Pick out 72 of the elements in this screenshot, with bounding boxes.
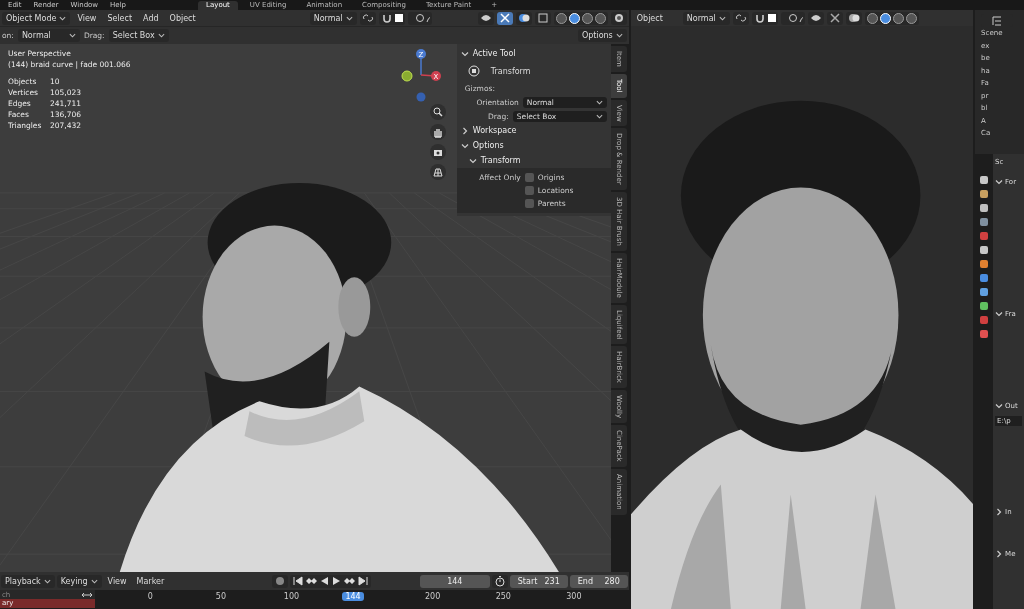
options-dropdown[interactable]: Options [577, 29, 627, 42]
jump-end-icon[interactable] [357, 575, 370, 587]
orientation-dropdown[interactable]: Normal [309, 11, 357, 25]
magnet-icon[interactable] [380, 12, 393, 24]
frame-tick: 250 [494, 592, 512, 601]
panel-title[interactable]: Workspace [472, 126, 517, 135]
menu-item[interactable]: Object [632, 12, 667, 24]
menu-item[interactable]: View [73, 12, 101, 24]
xray-icon[interactable] [536, 12, 549, 24]
transform-icon[interactable] [466, 65, 481, 77]
chevron-icon[interactable] [468, 156, 477, 165]
gizmo-icon[interactable] [828, 12, 841, 24]
caret-icon [718, 14, 726, 22]
caret-icon [68, 32, 76, 39]
tool-name: Transform [490, 66, 531, 76]
frame-tick: 300 [565, 592, 583, 601]
render-icon[interactable] [612, 12, 625, 24]
chevron-icon[interactable] [995, 178, 1004, 186]
chevron-icon[interactable] [460, 141, 469, 150]
orientation-dropdown[interactable]: Normal [17, 29, 80, 42]
overlay-icon[interactable] [847, 12, 860, 24]
caret-icon [157, 32, 165, 39]
frame-tick: 0 [146, 592, 154, 601]
current-frame-field[interactable]: 144 [419, 574, 490, 588]
menu-item[interactable]: Select [103, 12, 137, 24]
timeline-dropdown[interactable]: Playback [1, 574, 55, 588]
timeline-dropdown[interactable]: Keying [56, 574, 102, 588]
visibility-icon[interactable] [809, 12, 822, 24]
frame-tick: 200 [424, 592, 442, 601]
subpanel-title[interactable]: Transform [480, 156, 521, 165]
snap-target-icon[interactable] [394, 14, 403, 22]
start-frame-field[interactable]: Start 231 [509, 574, 568, 588]
mode-dropdown[interactable]: Object Mode [2, 11, 71, 25]
chevron-icon[interactable] [995, 402, 1004, 410]
overlay-icon[interactable] [517, 12, 530, 24]
chevron-icon[interactable] [995, 550, 1004, 558]
record-icon[interactable] [274, 575, 287, 587]
orientation-dropdown[interactable]: Normal [682, 11, 730, 25]
caret-icon [615, 32, 623, 39]
panel-title[interactable]: Active Tool [472, 49, 516, 58]
next-keyframe-icon[interactable] [344, 575, 357, 587]
jump-start-icon[interactable] [292, 575, 305, 587]
drag-dropdown[interactable]: Select Box [108, 29, 169, 42]
magnet-icon[interactable] [753, 12, 766, 24]
caret-icon [345, 14, 353, 22]
snap-target-icon[interactable] [767, 14, 776, 22]
gizmo-icon[interactable] [498, 12, 511, 24]
stopwatch-icon[interactable] [493, 575, 506, 587]
caret-icon [90, 577, 98, 585]
caret-icon [59, 14, 67, 22]
previous-keyframe-icon[interactable] [305, 575, 318, 587]
menu-item[interactable]: Object [165, 12, 200, 24]
chevron-icon[interactable] [995, 508, 1004, 516]
checkbox[interactable] [524, 199, 534, 208]
outliner-filter-icon[interactable] [991, 14, 1004, 27]
frame-tick: 50 [214, 592, 227, 601]
menu-item[interactable]: Add [139, 12, 163, 24]
checkbox[interactable] [524, 173, 534, 182]
end-frame-field[interactable]: End 280 [569, 574, 628, 588]
checkbox[interactable] [524, 186, 534, 195]
chevron-icon[interactable] [995, 310, 1004, 318]
link-icon[interactable] [361, 12, 374, 24]
link-icon[interactable] [734, 12, 747, 24]
zoom-icon[interactable] [432, 106, 444, 118]
visibility-icon[interactable] [479, 12, 492, 24]
menu-item[interactable]: View [103, 575, 131, 587]
chevron-icon[interactable] [460, 126, 469, 135]
caret-icon [43, 577, 51, 585]
menu-item[interactable]: Marker [132, 575, 169, 587]
chevron-icon[interactable] [460, 49, 469, 58]
frame-tick: 100 [282, 592, 301, 601]
panel-title[interactable]: Options [472, 141, 504, 150]
